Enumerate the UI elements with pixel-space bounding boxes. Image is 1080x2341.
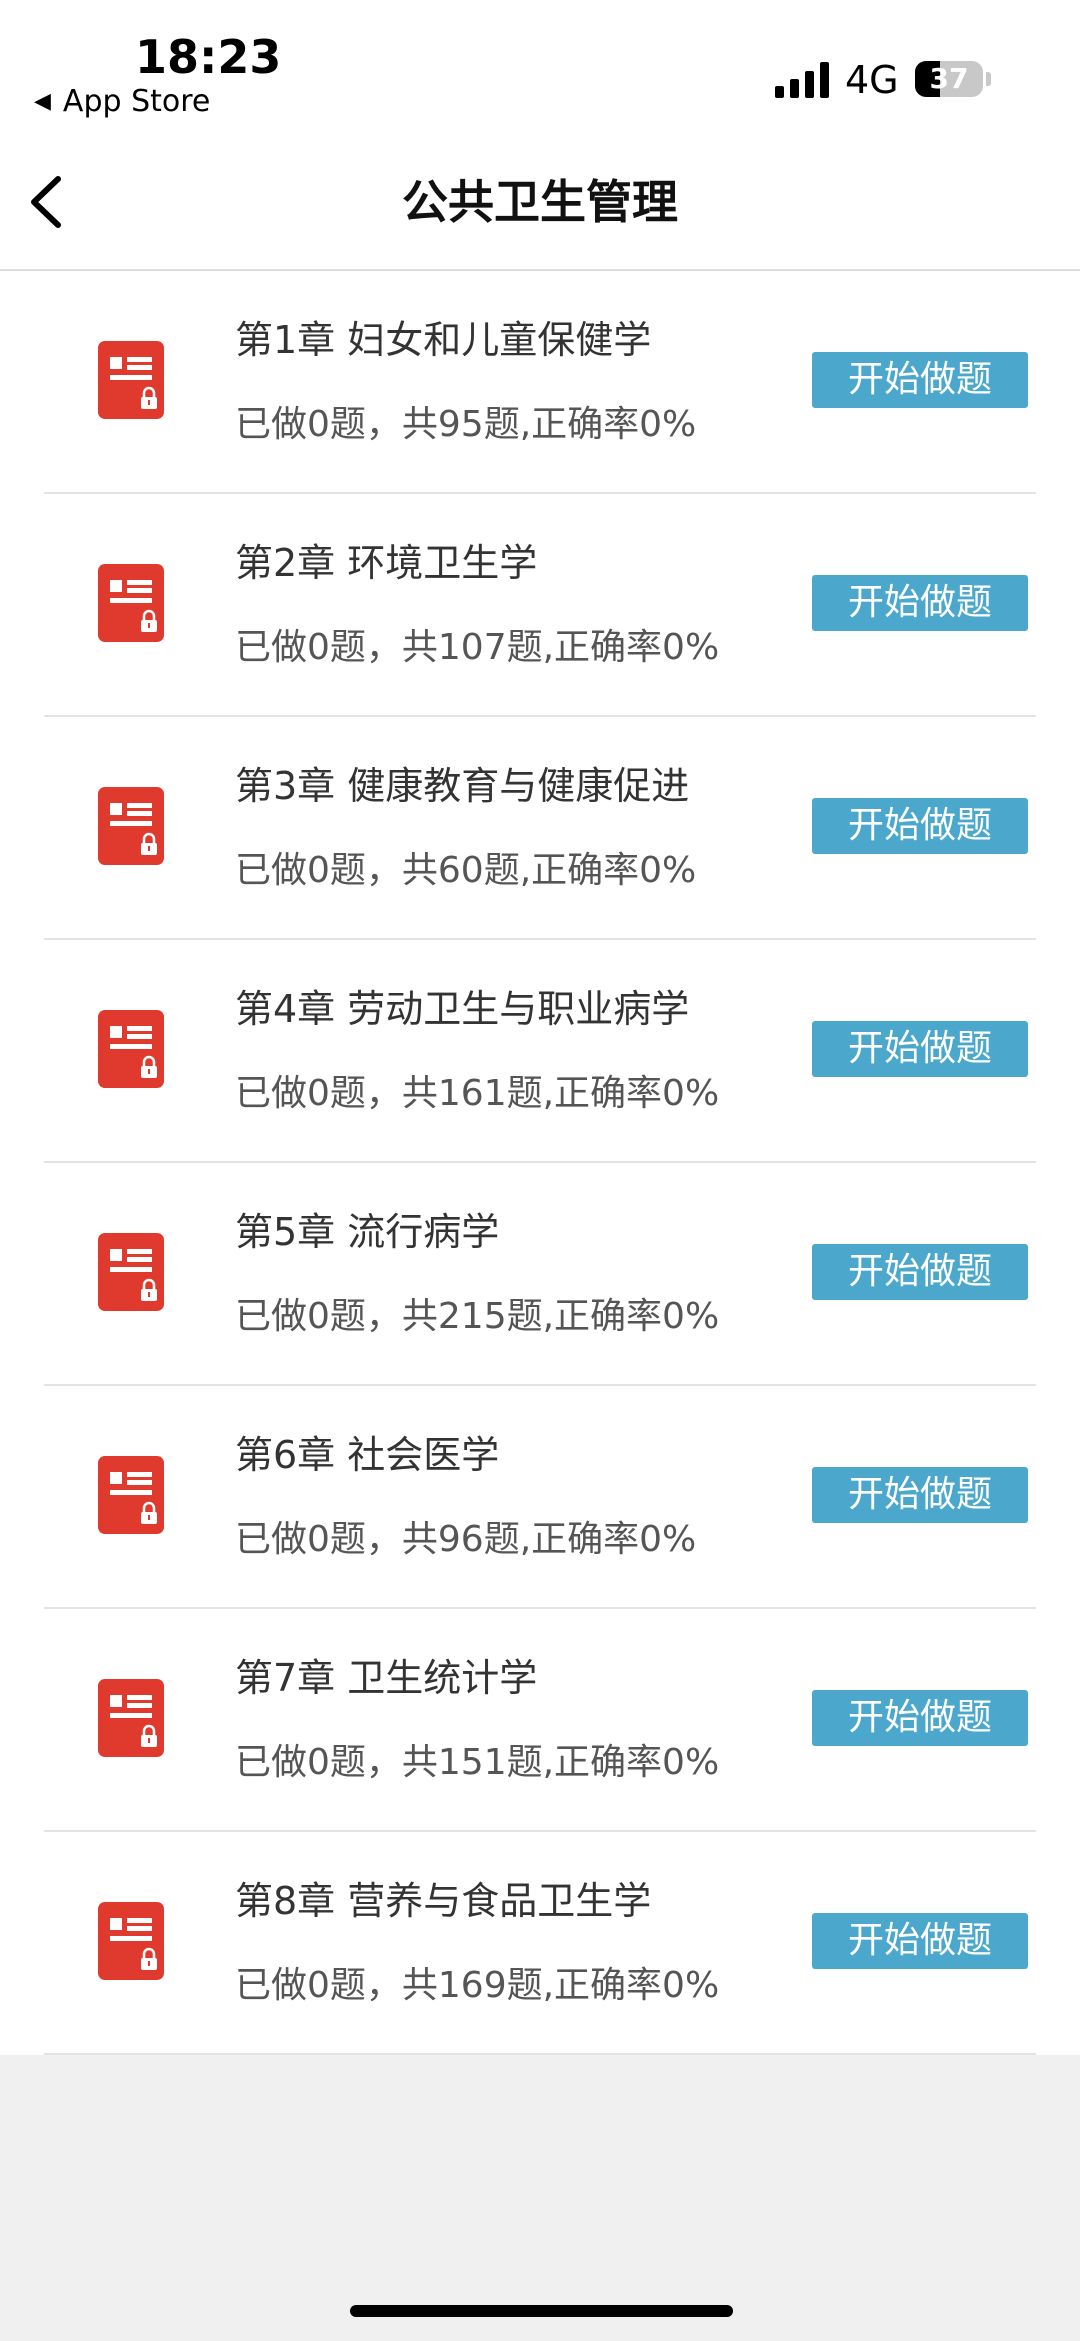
chapter-list: 第1章 妇女和儿童保健学 已做0题，共95题,正确率0% 开始做题 第2章 环境卫生学… bbox=[0, 271, 1080, 2055]
chapter-title: 第8章 营养与食品卫生学 bbox=[235, 1879, 652, 1923]
locked-document-icon bbox=[98, 787, 164, 865]
start-practice-button[interactable]: 开始做题 bbox=[812, 352, 1028, 408]
start-practice-button[interactable]: 开始做题 bbox=[812, 1467, 1028, 1523]
chapter-progress: 已做0题，共96题,正确率0% bbox=[235, 1519, 697, 1560]
chapter-progress: 已做0题，共215题,正确率0% bbox=[235, 1296, 720, 1337]
locked-document-icon bbox=[98, 1679, 164, 1757]
battery-level: 37 bbox=[929, 62, 969, 95]
chapter-title: 第5章 流行病学 bbox=[235, 1210, 500, 1254]
chapter-title: 第1章 妇女和儿童保健学 bbox=[235, 318, 652, 362]
chapter-row: 第8章 营养与食品卫生学已做0题，共169题,正确率0% 开始做题 bbox=[0, 1832, 1080, 2055]
page-title: 公共卫生管理 bbox=[402, 175, 678, 229]
status-bar: 18:23 ◀ App Store 4G 37 bbox=[0, 0, 1080, 135]
nav-bar: 公共卫生管理 bbox=[0, 135, 1080, 271]
start-practice-button[interactable]: 开始做题 bbox=[812, 575, 1028, 631]
chapter-progress: 已做0题，共151题,正确率0% bbox=[235, 1742, 720, 1783]
cellular-signal-icon bbox=[775, 62, 829, 98]
start-practice-button[interactable]: 开始做题 bbox=[812, 1913, 1028, 1969]
chapter-row: 第4章 劳动卫生与职业病学 已做0题，共161题,正确率0% 开始做题 bbox=[0, 940, 1080, 1163]
chapter-title: 第6章 社会医学 bbox=[235, 1433, 500, 1477]
chapter-title: 第4章 劳动卫生与职业病学 bbox=[235, 987, 690, 1031]
locked-document-icon bbox=[98, 1010, 164, 1088]
chevron-left-icon[interactable] bbox=[18, 167, 78, 237]
chapter-title: 第2章 环境卫生学 bbox=[235, 541, 538, 585]
locked-document-icon bbox=[98, 1902, 164, 1980]
home-indicator bbox=[350, 2305, 733, 2317]
start-practice-button[interactable]: 开始做题 bbox=[812, 1244, 1028, 1300]
back-triangle-icon: ◀ bbox=[34, 89, 51, 114]
back-to-app-store[interactable]: ◀ App Store bbox=[34, 84, 210, 119]
chapter-row: 第5章 流行病学已做0题，共215题,正确率0% 开始做题 bbox=[0, 1163, 1080, 1386]
chapter-title: 第7章 卫生统计学 bbox=[235, 1656, 538, 1700]
network-type: 4G bbox=[845, 58, 899, 102]
battery-tip bbox=[986, 72, 991, 86]
chapter-row: 第3章 健康教育与健康促进 已做0题，共60题,正确率0% 开始做题 bbox=[0, 717, 1080, 940]
locked-document-icon bbox=[98, 1456, 164, 1534]
chapter-title: 第3章 健康教育与健康促进 bbox=[235, 764, 690, 808]
chapter-progress: 已做0题，共95题,正确率0% bbox=[235, 404, 697, 445]
chapter-row: 第1章 妇女和儿童保健学已做0题，共95题,正确率0% 开始做题 bbox=[0, 271, 1080, 494]
locked-document-icon bbox=[98, 564, 164, 642]
chapter-progress: 已做0题，共161题,正确率0% bbox=[235, 1073, 720, 1114]
locked-document-icon bbox=[98, 1233, 164, 1311]
chapter-row: 第6章 社会医学已做0题，共96题,正确率0% 开始做题 bbox=[0, 1386, 1080, 1609]
start-practice-button[interactable]: 开始做题 bbox=[812, 1690, 1028, 1746]
locked-document-icon bbox=[98, 341, 164, 419]
start-practice-button[interactable]: 开始做题 bbox=[812, 1021, 1028, 1077]
chapter-progress: 已做0题，共169题,正确率0% bbox=[235, 1965, 720, 2006]
back-app-label: App Store bbox=[62, 84, 211, 119]
status-time: 18:23 bbox=[135, 30, 282, 84]
chapter-row: 第7章 卫生统计学已做0题，共151题,正确率0% 开始做题 bbox=[0, 1609, 1080, 1832]
row-divider bbox=[44, 2053, 1036, 2055]
battery-icon: 37 bbox=[915, 61, 983, 97]
chapter-progress: 已做0题，共107题,正确率0% bbox=[235, 627, 720, 668]
chapter-row: 第2章 环境卫生学已做0题，共107题,正确率0% 开始做题 bbox=[0, 494, 1080, 717]
start-practice-button[interactable]: 开始做题 bbox=[812, 798, 1028, 854]
chapter-progress: 已做0题，共60题,正确率0% bbox=[235, 850, 697, 891]
